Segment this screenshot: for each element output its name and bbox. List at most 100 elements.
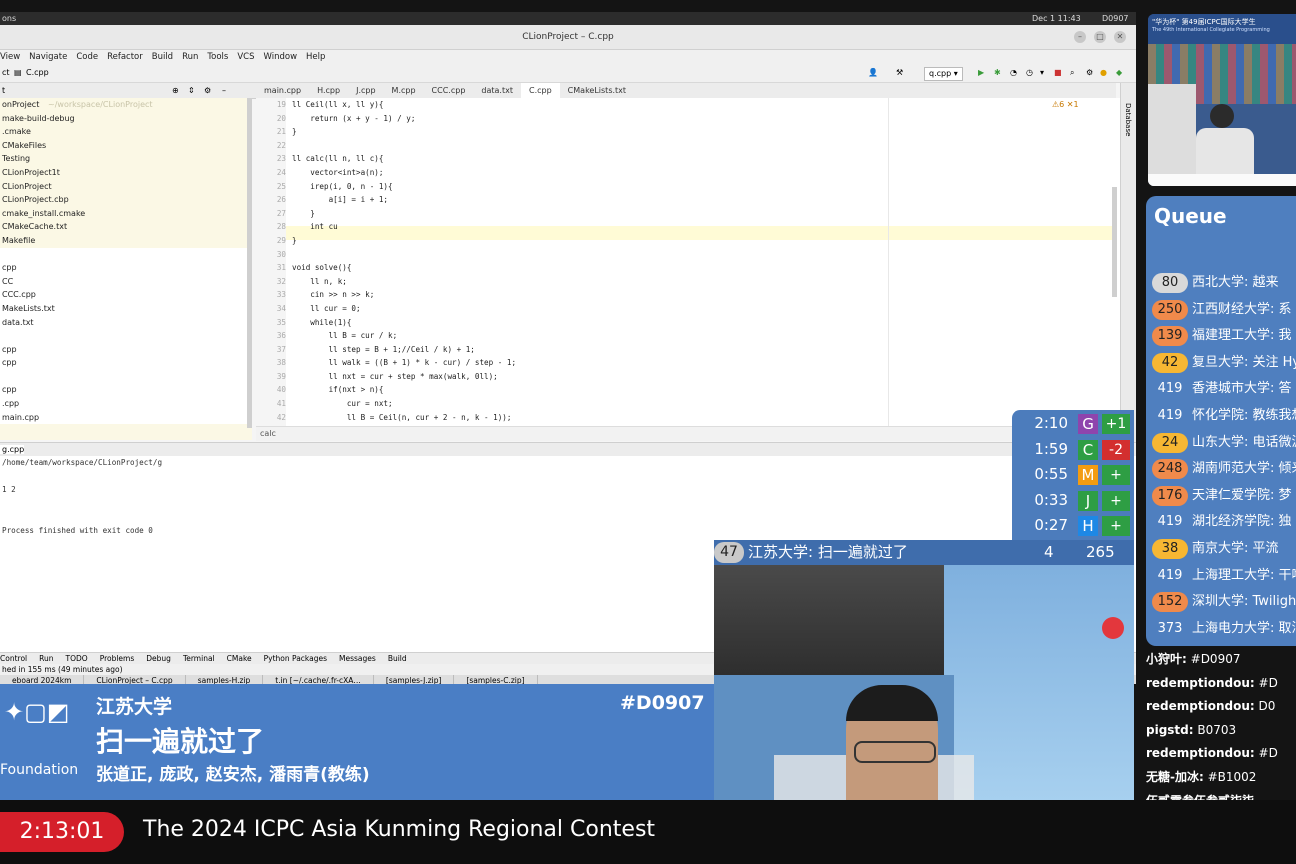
- code-line[interactable]: }: [292, 234, 516, 248]
- code-line[interactable]: }: [292, 207, 516, 221]
- user-icon[interactable]: 👤: [868, 64, 878, 82]
- run-config-select[interactable]: q.cpp ▾: [924, 67, 963, 81]
- tool-tab-control[interactable]: Control: [0, 654, 27, 663]
- stop-icon[interactable]: ■: [1054, 64, 1062, 82]
- tool-tab-run[interactable]: Run: [39, 654, 53, 663]
- code-editor[interactable]: 19 20 21 22 23 24 25 26 27 28 29 30 31 32 33 34 35 36 37 38…: [256, 98, 1120, 426]
- code-line[interactable]: return (x + y - 1) / y;: [292, 112, 516, 126]
- tool-tab-messages[interactable]: Messages: [339, 654, 376, 663]
- code-line[interactable]: ll walk = ((B + 1) * k - cur) / step - 1…: [292, 356, 516, 370]
- notifications-icon[interactable]: ●: [1100, 64, 1107, 82]
- project-tree-item[interactable]: MakeLists.txt: [0, 301, 252, 316]
- project-tree-item[interactable]: .cmake: [0, 125, 252, 139]
- editor-tab[interactable]: CMakeLists.txt: [560, 83, 634, 98]
- code-line[interactable]: a[i] = i + 1;: [292, 193, 516, 207]
- project-tree-item[interactable]: CMakeFiles: [0, 139, 252, 153]
- project-tree-item[interactable]: main.cpp: [0, 410, 252, 425]
- editor-tab[interactable]: CCC.cpp: [424, 83, 474, 98]
- code-line[interactable]: ll Ceil(ll x, ll y){: [292, 98, 516, 112]
- project-tree-item[interactable]: cmake_install.cmake: [0, 207, 252, 221]
- coverage-icon[interactable]: ◔: [1010, 64, 1017, 82]
- editor-tab[interactable]: data.txt: [473, 83, 521, 98]
- menu-help[interactable]: Help: [306, 52, 325, 62]
- code-line[interactable]: [292, 248, 516, 262]
- function-breadcrumb[interactable]: calc: [256, 429, 276, 438]
- taskbar-item[interactable]: [samples-C.zip]: [454, 675, 538, 684]
- project-panel-title[interactable]: t: [0, 86, 5, 95]
- project-tree-item[interactable]: cpp: [0, 383, 252, 398]
- nav-bar-root[interactable]: ct: [2, 64, 10, 82]
- editor-tab[interactable]: H.cpp: [309, 83, 348, 98]
- settings-icon[interactable]: ⚙: [1086, 64, 1093, 82]
- tool-tab-problems[interactable]: Problems: [100, 654, 135, 663]
- code-text[interactable]: ll Ceil(ll x, ll y){ return (x + y - 1) …: [292, 98, 516, 424]
- code-line[interactable]: ll n, k;: [292, 275, 516, 289]
- menu-navigate[interactable]: Navigate: [29, 52, 67, 62]
- taskbar-item[interactable]: samples-H.zip: [186, 675, 264, 684]
- run-icon[interactable]: ▶: [978, 64, 984, 82]
- menu-build[interactable]: Build: [152, 52, 173, 62]
- minimize-icon[interactable]: –: [1074, 31, 1086, 43]
- taskbar-item[interactable]: CLionProject – C.cpp: [84, 675, 186, 684]
- tool-tab-debug[interactable]: Debug: [146, 654, 171, 663]
- code-line[interactable]: cur = nxt;: [292, 397, 516, 411]
- editor-tab[interactable]: M.cpp: [384, 83, 424, 98]
- code-line[interactable]: ll calc(ll n, ll c){: [292, 152, 516, 166]
- menu-code[interactable]: Code: [76, 52, 98, 62]
- code-line[interactable]: ll step = B + 1;//Ceil / k) + 1;: [292, 343, 516, 357]
- profile-icon[interactable]: ◷: [1026, 64, 1033, 82]
- menu-window[interactable]: Window: [264, 52, 298, 62]
- tool-tab-terminal[interactable]: Terminal: [183, 654, 215, 663]
- project-tree-item[interactable]: [0, 247, 252, 262]
- menu-tools[interactable]: Tools: [207, 52, 228, 62]
- project-tree-item[interactable]: Testing: [0, 152, 252, 166]
- menu-view[interactable]: View: [0, 52, 20, 62]
- hide-panel-icon[interactable]: –: [222, 83, 226, 98]
- tool-tab-cmake[interactable]: CMake: [227, 654, 252, 663]
- inspection-widget[interactable]: ⚠6 ✕1: [1052, 100, 1079, 109]
- system-clock[interactable]: Dec 1 11:43: [1032, 12, 1081, 25]
- system-activities[interactable]: ons: [2, 12, 16, 25]
- project-tree-item[interactable]: CLionProject.cbp: [0, 193, 252, 207]
- editor-scrollbar[interactable]: [1112, 187, 1117, 297]
- code-line[interactable]: ll nxt = cur + step * max(walk, 0ll);: [292, 370, 516, 384]
- tool-tab-todo[interactable]: TODO: [66, 654, 88, 663]
- project-tree-item[interactable]: CC: [0, 274, 252, 289]
- code-line[interactable]: irep(i, 0, n - 1){: [292, 180, 516, 194]
- project-tree-item[interactable]: CMakeCache.txt: [0, 220, 252, 234]
- search-everywhere-icon[interactable]: ⌕: [1070, 64, 1074, 82]
- code-line[interactable]: while(1){: [292, 316, 516, 330]
- code-line[interactable]: ll B = cur / k;: [292, 329, 516, 343]
- project-tree-item[interactable]: data.txt: [0, 315, 252, 330]
- code-line[interactable]: }: [292, 125, 516, 139]
- code-line[interactable]: if(nxt > n){: [292, 383, 516, 397]
- more-run-icon[interactable]: ▾: [1040, 64, 1044, 82]
- code-line[interactable]: int cu: [292, 220, 516, 234]
- maximize-icon[interactable]: □: [1094, 31, 1106, 43]
- editor-tab[interactable]: J.cpp: [348, 83, 383, 98]
- project-tree-item[interactable]: Makefile: [0, 234, 252, 248]
- project-tree-item[interactable]: [0, 329, 252, 343]
- code-line[interactable]: void solve(){: [292, 261, 516, 275]
- debug-icon[interactable]: ✱: [994, 64, 1001, 82]
- code-line[interactable]: ll cur = 0;: [292, 302, 516, 316]
- project-tree-item[interactable]: CLionProject1t: [0, 166, 252, 180]
- run-tab[interactable]: g.cpp: [0, 445, 25, 454]
- code-line[interactable]: vector<int>a(n);: [292, 166, 516, 180]
- build-hammer-icon[interactable]: ⚒: [896, 64, 903, 82]
- tool-tab-build[interactable]: Build: [388, 654, 407, 663]
- database-tool-tab[interactable]: Database: [1124, 103, 1132, 136]
- project-tree-item[interactable]: CLionProject: [0, 180, 252, 194]
- project-tree-item[interactable]: cpp: [0, 261, 252, 275]
- menu-vcs[interactable]: VCS: [237, 52, 254, 62]
- tool-tab-python-packages[interactable]: Python Packages: [264, 654, 327, 663]
- project-tree-item[interactable]: make-build-debug: [0, 112, 252, 126]
- close-icon[interactable]: ✕: [1114, 31, 1126, 43]
- jetbrains-ai-icon[interactable]: ◆: [1116, 64, 1122, 82]
- project-tree-item[interactable]: .cpp: [0, 397, 252, 411]
- code-line[interactable]: [292, 139, 516, 153]
- taskbar-item[interactable]: t.in [~/.cache/.fr-cXA…: [263, 675, 374, 684]
- collapse-icon[interactable]: ⇕: [188, 83, 195, 98]
- project-tree-item[interactable]: [0, 369, 252, 384]
- code-line[interactable]: ll B = Ceil(n, cur + 2 - n, k - 1));: [292, 411, 516, 425]
